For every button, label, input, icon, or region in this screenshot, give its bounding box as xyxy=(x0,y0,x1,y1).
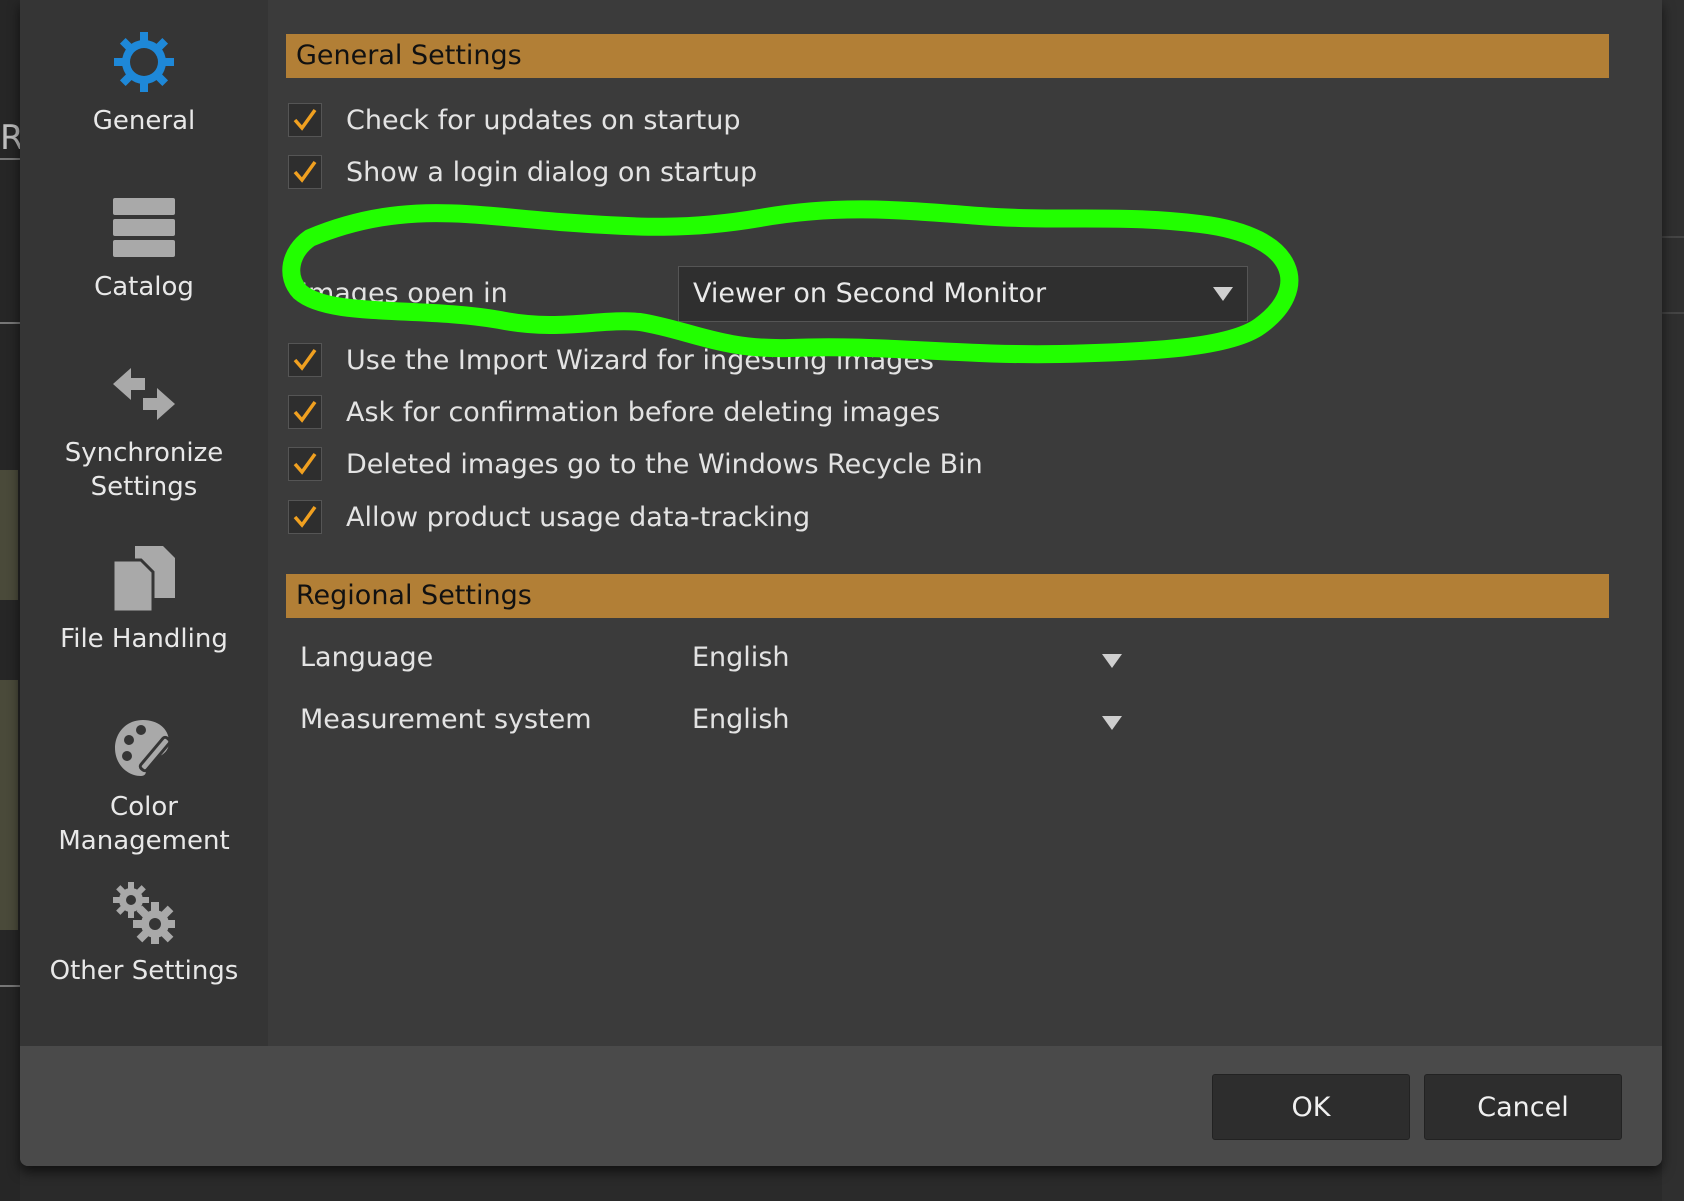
sidebar-item-file-handling[interactable]: File Handling xyxy=(20,546,268,656)
background-divider xyxy=(0,985,20,987)
usage-tracking-label: Allow product usage data-tracking xyxy=(346,501,811,533)
checkmark-icon xyxy=(293,400,317,423)
recycle-bin-label: Deleted images go to the Windows Recycle… xyxy=(346,448,983,480)
confirm-delete-label: Ask for confirmation before deleting ima… xyxy=(346,396,941,428)
background-divider xyxy=(1662,312,1684,314)
sidebar-item-label: Color xyxy=(110,792,178,822)
checkmark-icon xyxy=(293,108,317,131)
check-updates-label: Check for updates on startup xyxy=(346,104,741,136)
images-open-in-select[interactable]: Viewer on Second Monitor xyxy=(678,266,1248,322)
sidebar-item-catalog[interactable]: Catalog xyxy=(20,196,268,304)
palette-icon xyxy=(115,720,172,776)
confirm-delete-checkbox[interactable] xyxy=(288,395,322,429)
import-wizard-row[interactable]: Use the Import Wizard for ingesting imag… xyxy=(288,340,934,380)
language-value: English xyxy=(692,642,790,673)
cancel-button[interactable]: Cancel xyxy=(1424,1074,1622,1140)
sidebar-item-label: Settings xyxy=(90,472,198,502)
check-updates-checkbox[interactable] xyxy=(288,103,322,137)
dropdown-arrow-icon xyxy=(1102,716,1122,730)
background-thumbnail xyxy=(0,470,18,600)
sidebar-item-general[interactable]: General xyxy=(20,30,268,138)
measurement-system-select[interactable]: English xyxy=(692,704,1122,744)
recycle-bin-row[interactable]: Deleted images go to the Windows Recycle… xyxy=(288,444,983,484)
background-thumbnail xyxy=(0,680,18,930)
login-dialog-checkbox[interactable] xyxy=(288,155,322,189)
usage-tracking-checkbox[interactable] xyxy=(288,500,322,534)
measurement-system-label: Measurement system xyxy=(300,704,592,735)
confirm-delete-row[interactable]: Ask for confirmation before deleting ima… xyxy=(288,392,940,432)
checkmark-icon xyxy=(293,505,317,528)
sidebar-item-label: Other Settings xyxy=(49,956,239,986)
login-dialog-row[interactable]: Show a login dialog on startup xyxy=(288,152,757,192)
background-left-strip: R xyxy=(0,0,24,1201)
sync-arrows-icon xyxy=(113,368,175,420)
measurement-system-value: English xyxy=(692,704,790,735)
sidebar-item-other-settings[interactable]: Other Settings xyxy=(20,882,268,988)
checkmark-icon xyxy=(293,348,317,371)
background-divider xyxy=(0,158,20,160)
dropdown-arrow-icon xyxy=(1102,654,1122,668)
catalog-stack-icon xyxy=(113,198,175,257)
checkmark-icon xyxy=(293,160,317,183)
background-right-strip xyxy=(1662,0,1684,1201)
sidebar-item-label: General xyxy=(92,106,196,136)
ok-button[interactable]: OK xyxy=(1212,1074,1410,1140)
language-select[interactable]: English xyxy=(692,642,1122,682)
preferences-sidebar: General Catalog Synchronize Settings Fil… xyxy=(20,0,268,1046)
gear-icon xyxy=(114,32,174,92)
import-wizard-label: Use the Import Wizard for ingesting imag… xyxy=(346,344,935,376)
dropdown-arrow-icon xyxy=(1213,287,1233,301)
sidebar-item-synchronize-settings[interactable]: Synchronize Settings xyxy=(20,362,268,504)
recycle-bin-checkbox[interactable] xyxy=(288,447,322,481)
images-open-in-label: Images open in xyxy=(300,278,508,309)
checkmark-icon xyxy=(293,452,317,475)
images-open-in-value: Viewer on Second Monitor xyxy=(693,278,1047,309)
sidebar-item-color-management[interactable]: Color Management xyxy=(20,716,268,858)
sidebar-item-label: Synchronize xyxy=(64,438,224,468)
general-settings-header: General Settings xyxy=(286,34,1609,78)
import-wizard-checkbox[interactable] xyxy=(288,343,322,377)
sidebar-item-label: Catalog xyxy=(94,272,194,302)
language-label: Language xyxy=(300,642,434,673)
sidebar-item-label: File Handling xyxy=(60,624,228,654)
usage-tracking-row[interactable]: Allow product usage data-tracking xyxy=(288,497,810,537)
dialog-footer: OK Cancel xyxy=(20,1046,1662,1166)
sidebar-item-label: Management xyxy=(58,826,230,856)
file-copy-icon xyxy=(113,546,175,612)
check-updates-row[interactable]: Check for updates on startup xyxy=(288,100,740,140)
background-divider xyxy=(1662,236,1684,238)
login-dialog-label: Show a login dialog on startup xyxy=(346,156,758,188)
gears-icon xyxy=(113,882,175,944)
background-divider xyxy=(0,322,20,324)
regional-settings-header: Regional Settings xyxy=(286,574,1609,618)
